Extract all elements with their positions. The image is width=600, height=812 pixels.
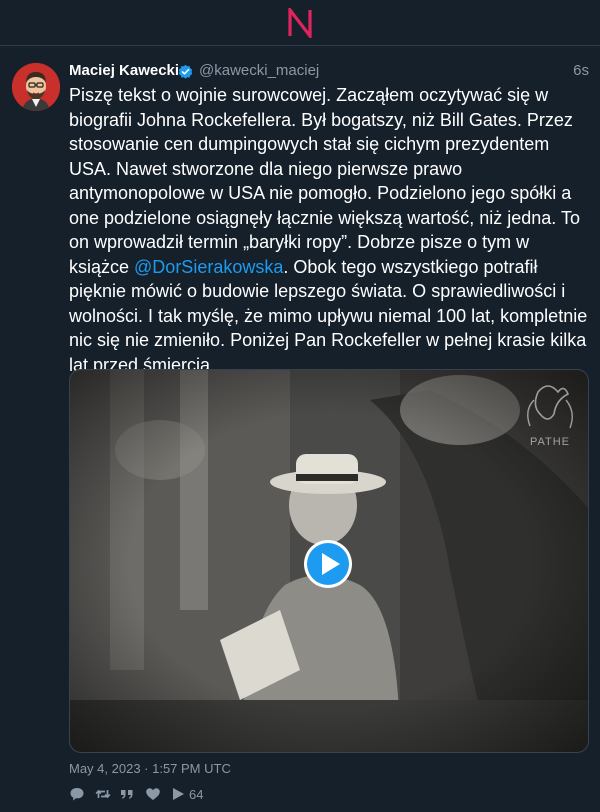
author-name[interactable]: Maciej Kawecki — [69, 62, 179, 79]
app-logo[interactable] — [287, 8, 313, 38]
tweet-text: Piszę tekst o wojnie surowcowej. Zacząłe… — [69, 83, 591, 377]
play-icon[interactable] — [302, 538, 354, 590]
reply-button[interactable] — [69, 785, 85, 803]
avatar-illustration — [12, 63, 60, 111]
pathe-watermark: PATHE — [529, 436, 570, 448]
verified-badge-icon — [178, 64, 193, 79]
top-bar — [0, 0, 600, 46]
avatar[interactable] — [12, 63, 60, 111]
reply-icon — [70, 788, 84, 801]
retweet-button[interactable] — [95, 785, 111, 803]
quote-icon — [121, 790, 133, 799]
tweet-time-ago[interactable]: 6s — [573, 62, 589, 79]
tweet: Maciej Kawecki @kawecki_maciej 6s Piszę … — [0, 47, 600, 812]
views-button[interactable]: 64 — [171, 785, 203, 803]
page: Maciej Kawecki @kawecki_maciej 6s Piszę … — [0, 0, 600, 812]
tweet-actions: 64 — [69, 785, 369, 805]
view-count: 64 — [189, 786, 204, 802]
like-button[interactable] — [145, 785, 161, 803]
heart-icon — [146, 788, 160, 800]
tweet-text-part-1: Piszę tekst o wojnie surowcowej. Zacząłe… — [69, 85, 580, 277]
mention-link[interactable]: @DorSierakowska — [134, 257, 283, 277]
tweet-timestamp[interactable]: May 4, 2023 · 1:57 PM UTC — [69, 761, 231, 776]
video-player[interactable]: PATHE — [69, 369, 589, 753]
play-views-icon — [173, 788, 184, 800]
quote-button[interactable] — [119, 785, 135, 803]
retweet-icon — [95, 789, 111, 799]
author-handle[interactable]: @kawecki_maciej — [199, 62, 319, 79]
tweet-header: Maciej Kawecki @kawecki_maciej 6s — [69, 61, 589, 81]
